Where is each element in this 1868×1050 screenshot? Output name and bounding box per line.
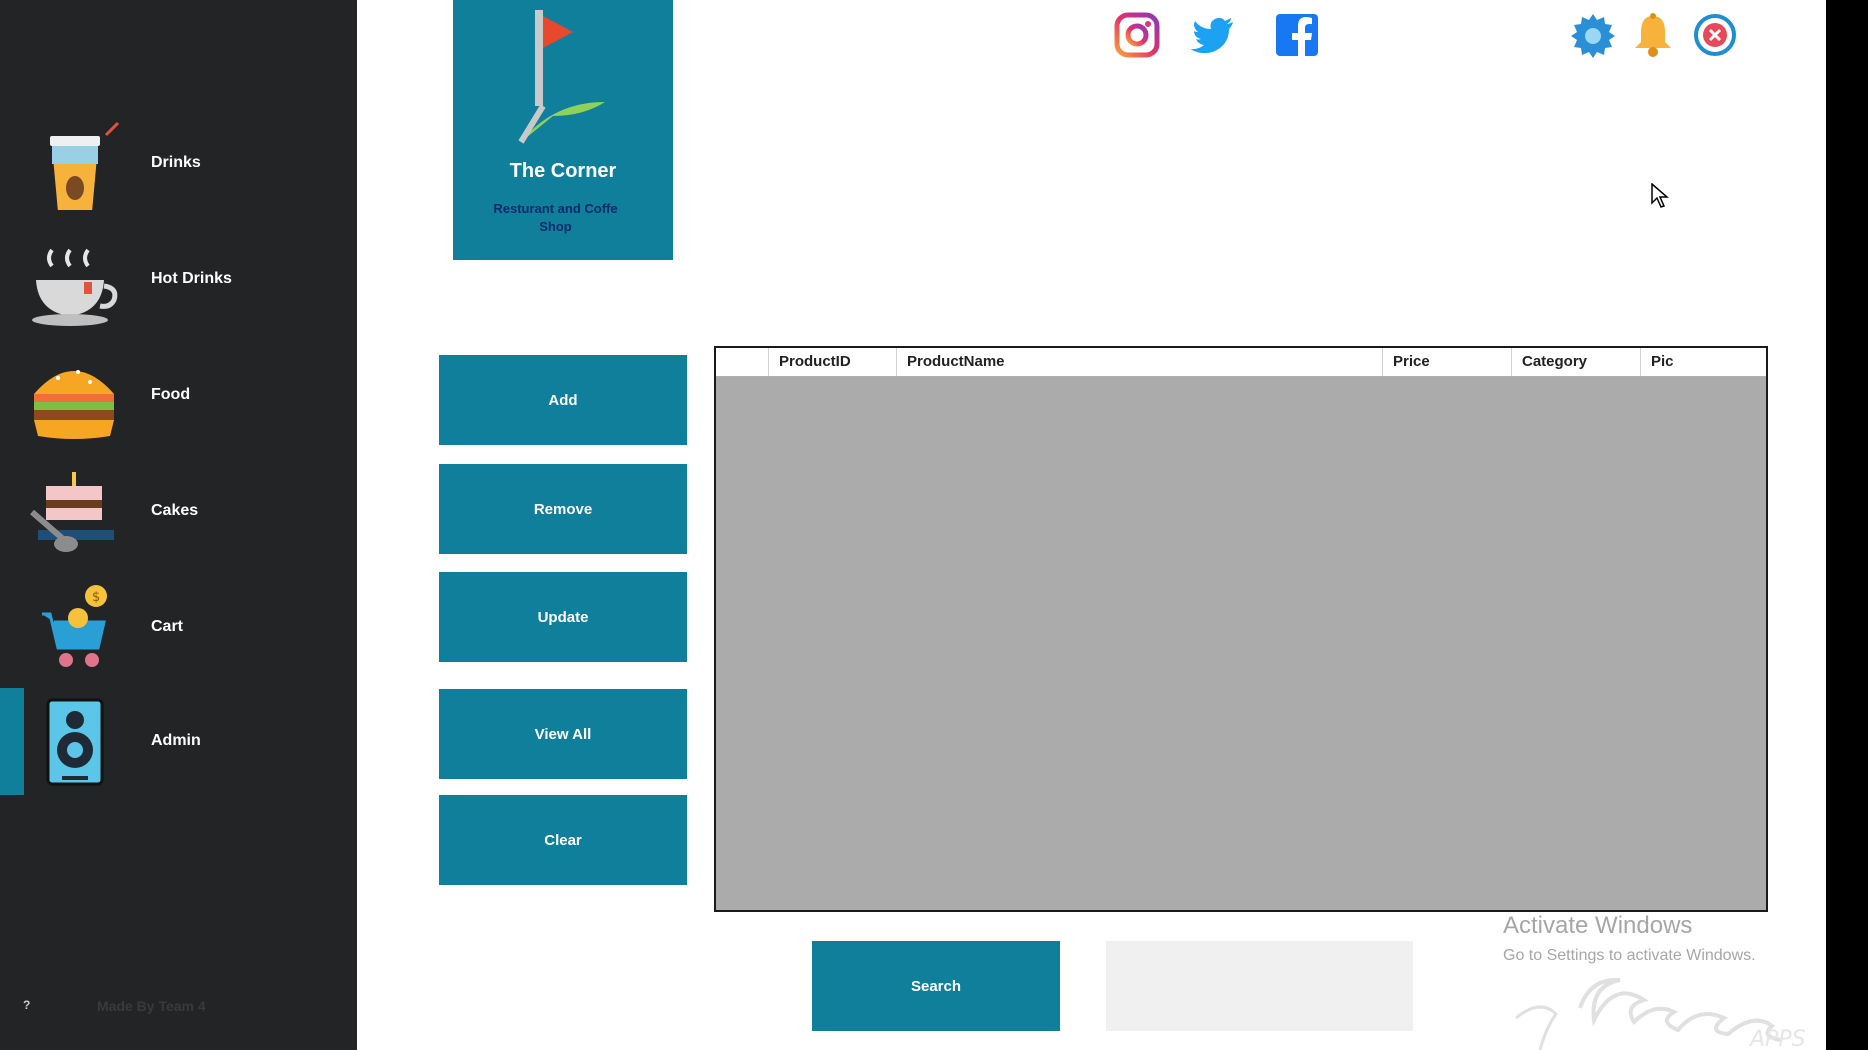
- sidebar-item-label: Food: [151, 386, 191, 403]
- twitter-icon[interactable]: [1191, 12, 1237, 58]
- cart-icon: $: [42, 585, 107, 667]
- sidebar-item-drinks[interactable]: Drinks: [0, 110, 357, 220]
- search-input[interactable]: [1106, 941, 1413, 1031]
- settings-icon[interactable]: [1570, 12, 1616, 58]
- brand-title: The Corner: [509, 160, 617, 182]
- window-edge: [1826, 0, 1868, 1050]
- credit-text: Made By Team 4: [97, 998, 206, 1014]
- column-header-productname[interactable]: ProductName: [896, 348, 1382, 376]
- sidebar-item-label: Admin: [151, 732, 201, 749]
- sidebar-item-label: Hot Drinks: [151, 270, 232, 287]
- update-button[interactable]: Update: [439, 572, 687, 662]
- svg-text:APPS: APPS: [1748, 1027, 1806, 1050]
- close-icon[interactable]: [1692, 12, 1738, 58]
- recorder-watermark-logo: APPS: [1515, 977, 1806, 1050]
- flag-icon: [518, 10, 605, 144]
- brand-subtitle: Resturant and Coffe Shop: [493, 201, 618, 234]
- admin-icon: [46, 698, 104, 786]
- selection-indicator: [0, 688, 24, 795]
- search-button[interactable]: Search: [812, 941, 1060, 1031]
- help-link[interactable]: ?: [23, 998, 30, 1012]
- remove-button[interactable]: Remove: [439, 464, 687, 554]
- view-all-button[interactable]: View All: [439, 689, 687, 779]
- svg-text:$: $: [92, 590, 100, 605]
- sidebar-item-hot-drinks[interactable]: Hot Drinks: [0, 226, 357, 336]
- table-header: ProductID ProductName Price Category Pic: [716, 348, 1766, 377]
- facebook-icon[interactable]: [1274, 12, 1320, 58]
- activation-watermark-title: Activate Windows: [1503, 912, 1693, 939]
- instagram-icon[interactable]: [1114, 12, 1160, 58]
- mouse-cursor-icon: [1651, 183, 1669, 208]
- sidebar-item-label: Cakes: [151, 502, 199, 519]
- cake-icon: [30, 472, 114, 552]
- column-header-category[interactable]: Category: [1511, 348, 1640, 376]
- sidebar-item-label: Cart: [151, 618, 184, 635]
- column-header-price[interactable]: Price: [1382, 348, 1511, 376]
- sidebar-item-admin[interactable]: Admin: [0, 688, 357, 798]
- drink-cup-icon: [50, 121, 120, 210]
- sidebar: Drinks Hot Drinks Food Cakes $ Cart Admi…: [0, 0, 357, 1050]
- clear-button[interactable]: Clear: [439, 795, 687, 885]
- add-button[interactable]: Add: [439, 355, 687, 445]
- products-table[interactable]: ProductID ProductName Price Category Pic: [714, 346, 1768, 912]
- burger-icon: [34, 370, 114, 439]
- sidebar-item-label: Drinks: [151, 154, 201, 171]
- brand-logo: The Corner Resturant and Coffe Shop: [453, 0, 673, 260]
- sidebar-item-food[interactable]: Food: [0, 342, 357, 452]
- column-header-pic[interactable]: Pic: [1640, 348, 1766, 376]
- bell-icon[interactable]: [1630, 12, 1676, 58]
- sidebar-item-cart[interactable]: $ Cart: [0, 574, 357, 684]
- activation-watermark-text: Go to Settings to activate Windows.: [1503, 947, 1756, 964]
- hot-cup-icon: [32, 248, 118, 326]
- row-header-column[interactable]: [716, 348, 768, 376]
- sidebar-item-cakes[interactable]: Cakes: [0, 458, 357, 568]
- column-header-productid[interactable]: ProductID: [768, 348, 896, 376]
